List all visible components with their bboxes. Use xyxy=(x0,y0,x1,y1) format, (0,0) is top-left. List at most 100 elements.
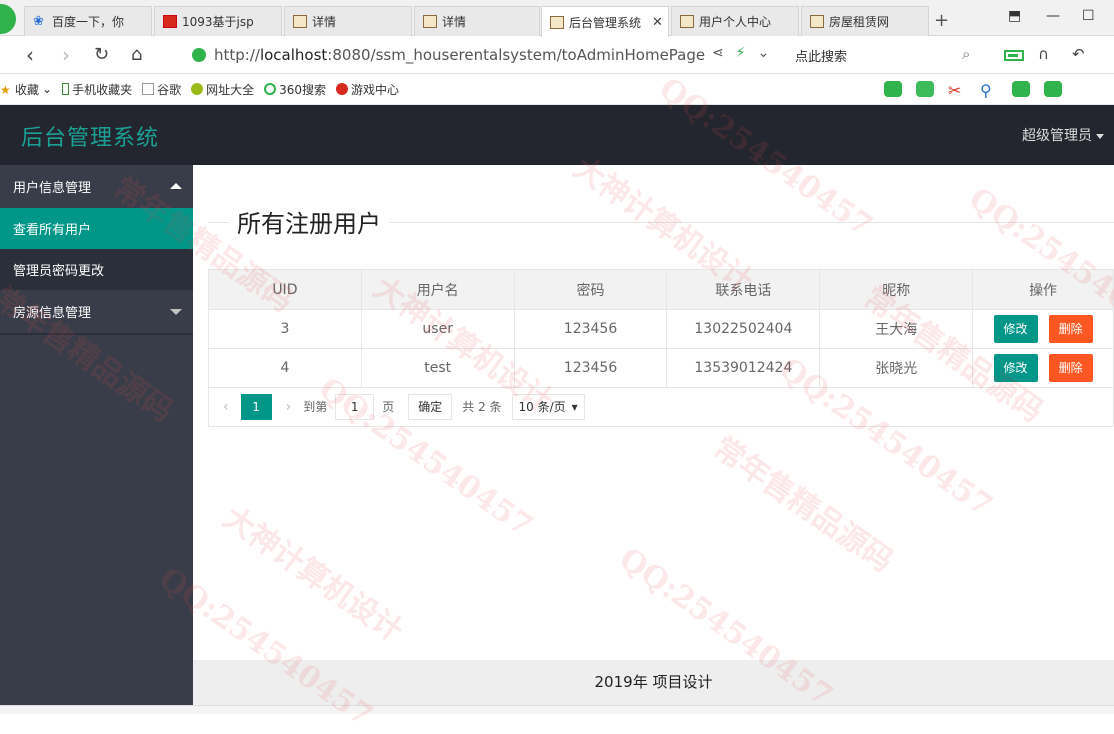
add-icon[interactable] xyxy=(916,81,934,97)
column-header[interactable]: UID xyxy=(208,269,362,310)
nav-icon xyxy=(191,83,204,95)
page-icon xyxy=(423,15,437,28)
page-icon xyxy=(550,15,564,29)
footer: 2019年 项目设计 xyxy=(193,660,1114,705)
battery-icon[interactable] xyxy=(1004,50,1024,61)
tab-detail-2[interactable]: 详情 xyxy=(414,6,540,36)
page-1-button[interactable]: 1 xyxy=(240,393,272,420)
browser-tab-bar: ❀ 百度一下，你 1093基于jsp 详情 详情 后台管理系统 ✕ 用户个人中心 房… xyxy=(0,0,1114,37)
wechat-icon[interactable] xyxy=(884,81,902,97)
bookmark-mobile[interactable]: 手机收藏夹 xyxy=(62,81,132,98)
total-count: 共 2 条 xyxy=(462,400,502,414)
table-row: 3 user 123456 13022502404 王大海 修改 删除 xyxy=(208,309,1114,349)
close-icon[interactable]: ✕ xyxy=(652,15,663,30)
page-icon xyxy=(293,15,307,28)
delete-button[interactable]: 删除 xyxy=(1048,315,1093,343)
bookmark-360[interactable]: 360搜索 xyxy=(264,81,326,98)
goto-page-input[interactable]: 1 xyxy=(335,393,375,420)
app-title: 后台管理系统 xyxy=(21,126,160,151)
app-header: 后台管理系统 超级管理员 xyxy=(0,105,1114,165)
column-header[interactable]: 昵称 xyxy=(819,269,974,310)
maximize-icon[interactable]: ☐ xyxy=(1082,8,1095,24)
bookmark-google[interactable]: 谷歌 xyxy=(142,81,181,98)
search-input[interactable]: 点此搜索 xyxy=(795,46,847,65)
minimize-icon[interactable]: — xyxy=(1046,8,1060,24)
home-icon[interactable]: ⌂ xyxy=(131,44,142,65)
page-icon xyxy=(810,15,824,28)
cell-nickname: 张晓光 xyxy=(819,348,974,388)
status-bar xyxy=(0,705,1114,714)
page-icon xyxy=(142,83,155,95)
tab-admin[interactable]: 后台管理系统 ✕ xyxy=(541,6,669,37)
chevron-down-icon xyxy=(170,309,182,315)
tab-house-rental[interactable]: 房屋租赁网 xyxy=(801,6,929,36)
sidebar: 用户信息管理 查看所有用户 管理员密码更改 房源信息管理 xyxy=(0,165,193,705)
shield-icon xyxy=(192,48,206,62)
refresh-icon[interactable]: ↻ xyxy=(94,44,109,65)
chevron-down-icon[interactable]: ⌄ xyxy=(758,45,770,61)
user-menu[interactable]: 超级管理员 xyxy=(1022,125,1104,145)
tab-detail-1[interactable]: 详情 xyxy=(284,6,412,36)
paw-icon: ❀ xyxy=(33,14,44,29)
table-row: 4 test 123456 13539012424 张晓光 修改 删除 xyxy=(208,348,1114,388)
column-header[interactable]: 密码 xyxy=(513,269,668,310)
sidebar-group-user-info[interactable]: 用户信息管理 xyxy=(0,165,193,208)
page-size-select[interactable]: 10 条/页 ▾ xyxy=(511,393,585,420)
360-icon xyxy=(264,83,277,95)
cell-username: test xyxy=(360,348,515,388)
column-header[interactable]: 用户名 xyxy=(360,269,515,310)
cell-nickname: 王大海 xyxy=(819,309,974,349)
cell-uid: 3 xyxy=(208,309,362,349)
bookmark-favorites[interactable]: ★ 收藏 ⌄ xyxy=(0,81,52,98)
chevron-down-icon: ⌄ xyxy=(42,82,53,96)
table-header-row: UID 用户名 密码 联系电话 昵称 操作 xyxy=(208,269,1114,310)
gamepad-icon[interactable] xyxy=(1012,81,1030,97)
cell-username: user xyxy=(360,309,515,349)
forward-icon[interactable]: › xyxy=(62,43,70,67)
chevron-down-icon xyxy=(1096,133,1104,139)
headphones-icon[interactable]: ∩ xyxy=(1038,45,1049,63)
next-page-icon[interactable]: › xyxy=(286,399,292,415)
chevron-up-icon xyxy=(170,183,182,189)
lightning-icon[interactable]: ⚡ xyxy=(736,45,746,61)
confirm-button[interactable]: 确定 xyxy=(408,393,453,420)
edit-button[interactable]: 修改 xyxy=(993,315,1038,343)
column-header[interactable]: 联系电话 xyxy=(666,269,821,310)
bookmarks-bar: ★ 收藏 ⌄ 手机收藏夹 谷歌 网址大全 360搜索 游戏中心 ✂ ⚲ xyxy=(0,74,1114,105)
main-content: 所有注册用户 UID 用户名 密码 联系电话 昵称 操作 3 user 1234… xyxy=(193,165,1114,660)
shirt-icon[interactable]: ⬒ xyxy=(1008,8,1021,24)
sidebar-item-admin-password[interactable]: 管理员密码更改 xyxy=(0,249,193,290)
zoom-icon[interactable]: ⚲ xyxy=(980,81,998,100)
tab-baidu[interactable]: ❀ 百度一下，你 xyxy=(24,6,152,36)
delete-button[interactable]: 删除 xyxy=(1048,354,1093,382)
tab-1093[interactable]: 1093基于jsp xyxy=(154,6,282,36)
goto-label: 到第 xyxy=(303,400,328,414)
share-icon[interactable]: ⋖ xyxy=(712,45,724,61)
bookmark-games[interactable]: 游戏中心 xyxy=(336,81,399,98)
bookmark-nav[interactable]: 网址大全 xyxy=(191,81,254,98)
cell-phone: 13022502404 xyxy=(666,309,821,349)
users-table: UID 用户名 密码 联系电话 昵称 操作 3 user 123456 1302… xyxy=(208,269,1114,388)
url-input[interactable]: http://localhost:8080/ssm_houserentalsys… xyxy=(180,42,780,68)
dropdown-arrow-icon: ▾ xyxy=(571,399,578,414)
sidebar-group-house-info[interactable]: 房源信息管理 xyxy=(0,290,193,333)
cell-phone: 13539012424 xyxy=(666,348,821,388)
prev-page-icon[interactable]: ‹ xyxy=(223,399,229,415)
tab-user-center[interactable]: 用户个人中心 xyxy=(671,6,799,36)
cell-password: 123456 xyxy=(513,309,668,349)
star-icon: ★ xyxy=(0,83,11,97)
back-icon[interactable]: ‹ xyxy=(26,43,34,67)
address-bar: ‹ › ↻ ⌂ http://localhost:8080/ssm_houser… xyxy=(0,37,1114,74)
cell-password: 123456 xyxy=(513,348,668,388)
undo-icon[interactable]: ↶ xyxy=(1072,45,1085,63)
sidebar-item-all-users[interactable]: 查看所有用户 xyxy=(0,208,193,249)
phone-icon xyxy=(62,83,70,95)
pagination: ‹ 1 › 到第 1 页 确定 共 2 条 10 条/页 ▾ xyxy=(208,387,1114,427)
shield-icon[interactable] xyxy=(1044,81,1062,97)
edit-button[interactable]: 修改 xyxy=(993,354,1038,382)
new-tab-icon[interactable]: + xyxy=(934,10,949,31)
search-icon[interactable]: ⌕ xyxy=(962,45,970,63)
column-header[interactable]: 操作 xyxy=(972,269,1114,310)
scissors-icon[interactable]: ✂ xyxy=(948,81,966,100)
page-icon xyxy=(163,15,177,28)
